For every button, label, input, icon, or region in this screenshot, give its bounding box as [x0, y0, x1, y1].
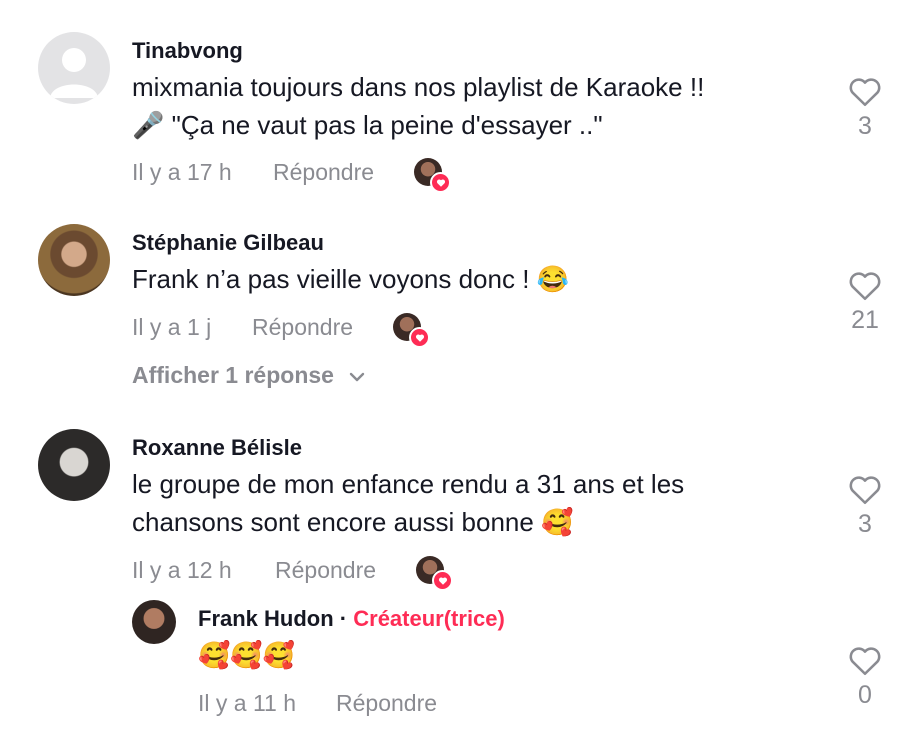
like-count: 21 [851, 306, 879, 334]
avatar[interactable] [38, 429, 110, 501]
avatar[interactable] [38, 224, 110, 296]
heart-outline-icon[interactable] [848, 474, 882, 506]
reply-button[interactable]: Répondre [252, 314, 353, 341]
separator-dot: · [339, 606, 348, 631]
comment-text-line: 🎤 "Ça ne vaut pas la peine d'essayer .." [132, 110, 603, 140]
creator-badge: Créateur(trice) [353, 606, 505, 631]
chevron-down-icon [350, 372, 365, 382]
comment-text-line: chansons sont encore aussi bonne 🥰 [132, 507, 574, 537]
comment-timestamp: Il y a 12 h [132, 557, 232, 583]
reply-timestamp: Il y a 11 h [198, 690, 297, 716]
comment-text-line: mixmania toujours dans nos playlist de K… [132, 72, 705, 102]
avatar[interactable] [132, 600, 176, 644]
comment-timestamp: Il y a 17 h [132, 159, 232, 185]
like-column: 0 [840, 645, 890, 710]
heart-outline-icon[interactable] [848, 645, 882, 677]
heart-badge-icon [409, 327, 430, 348]
reply-text: 🥰🥰🥰 [198, 640, 296, 670]
comment-text: mixmania toujours dans nos playlist de K… [132, 68, 832, 144]
like-column: 3 [840, 474, 890, 539]
comment-username[interactable]: Roxanne Bélisle [132, 435, 302, 461]
view-replies-label: Afficher 1 réponse [132, 362, 334, 388]
reply-button[interactable]: Répondre [275, 557, 376, 584]
reply-button[interactable]: Répondre [336, 690, 437, 717]
like-count: 0 [858, 681, 872, 709]
heart-badge-icon [430, 172, 451, 193]
avatar[interactable] [38, 32, 110, 104]
reply-username[interactable]: Frank Hudon [198, 606, 334, 631]
heart-outline-icon[interactable] [848, 270, 882, 302]
like-column: 21 [840, 270, 890, 335]
comment-timestamp: Il y a 1 j [132, 314, 212, 340]
comment-text: le groupe de mon enfance rendu a 31 ans … [132, 465, 832, 541]
like-count: 3 [858, 510, 872, 538]
view-replies-button[interactable]: Afficher 1 réponse [132, 362, 366, 389]
like-column: 3 [840, 76, 890, 141]
comment-text-line: le groupe de mon enfance rendu a 31 ans … [132, 469, 685, 499]
like-count: 3 [858, 112, 872, 140]
comment-text: Frank n’a pas vieille voyons donc ! 😂 [132, 264, 570, 294]
heart-badge-icon [432, 570, 453, 591]
heart-outline-icon[interactable] [848, 76, 882, 108]
comment-username[interactable]: Stéphanie Gilbeau [132, 230, 324, 256]
reply-username-row: Frank Hudon · Créateur(trice) [198, 606, 505, 632]
reply-button[interactable]: Répondre [273, 159, 374, 186]
comment-username[interactable]: Tinabvong [132, 38, 243, 64]
person-placeholder-icon [50, 48, 98, 98]
